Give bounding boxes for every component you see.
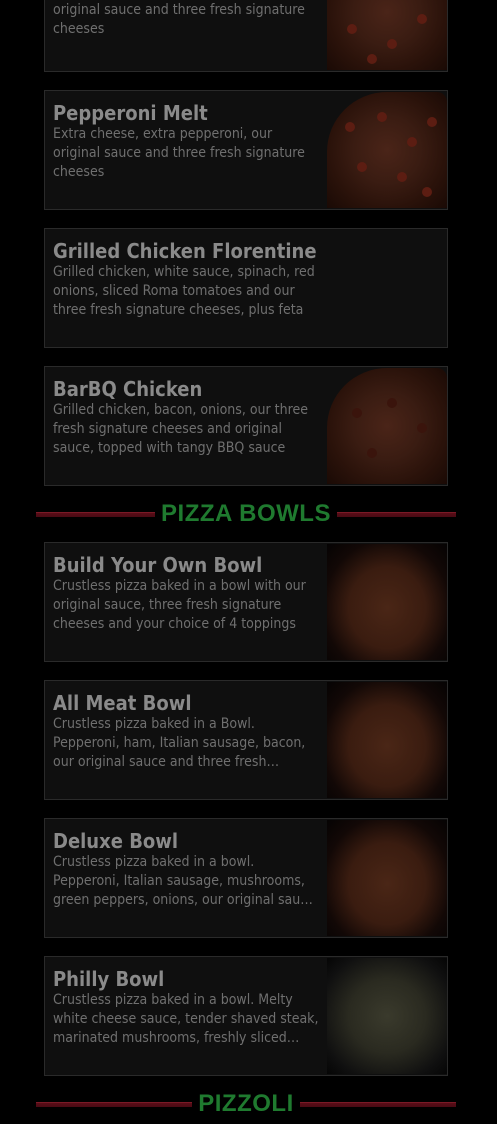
menu-item-description: Crustless pizza baked in a bowl. Melty w… [53, 992, 319, 1046]
menu-item-description: Grilled chicken, bacon, onions, our thre… [53, 402, 308, 456]
menu-item-title: Philly Bowl [53, 967, 165, 991]
menu-item-description: Grilled chicken, white sauce, spinach, r… [53, 264, 315, 318]
menu-item-image [327, 544, 447, 660]
section-divider [336, 511, 456, 517]
menu-item-description: Crustless pizza baked in a bowl with our… [53, 578, 306, 632]
menu-item-title: All Meat Bowl [53, 691, 192, 715]
menu-item-image [327, 820, 447, 936]
menu-item-title: BarBQ Chicken [53, 377, 203, 401]
section-divider [36, 1101, 193, 1107]
menu-item-title: Pepperoni Melt [53, 101, 208, 125]
menu-item-title: Grilled Chicken Florentine [53, 239, 317, 263]
section-header-pizzoli: PIZZOLI [36, 1089, 456, 1119]
menu-item-image [327, 958, 447, 1074]
section-divider [299, 1101, 456, 1107]
menu-item-title: Build Your Own Bowl [53, 553, 263, 577]
menu-item-image [327, 0, 447, 70]
menu-item-image [327, 682, 447, 798]
menu-item-card[interactable]: Pepperoni Melt Extra cheese, extra peppe… [44, 90, 448, 210]
section-title: PIZZOLI [198, 1090, 294, 1117]
menu-item-card[interactable]: Deluxe Bowl Crustless pizza baked in a b… [44, 818, 448, 938]
section-divider [36, 511, 156, 517]
menu-item-description: Pepperoni, ham, green peppers, Italian s… [53, 2, 305, 37]
menu-item-text: Pepperoni Melt Extra cheese, extra peppe… [53, 101, 319, 182]
menu-item-card[interactable]: Pepperoni, ham, green peppers, Italian s… [44, 0, 448, 72]
menu-item-card[interactable]: Grilled Chicken Florentine Grilled chick… [44, 228, 448, 348]
menu-item-card[interactable]: BarBQ Chicken Grilled chicken, bacon, on… [44, 366, 448, 486]
menu-item-image [327, 368, 447, 484]
menu-item-card[interactable]: Philly Bowl Crustless pizza baked in a b… [44, 956, 448, 1076]
menu-item-text: Grilled Chicken Florentine Grilled chick… [53, 239, 319, 320]
menu-item-text: Philly Bowl Crustless pizza baked in a b… [53, 967, 319, 1048]
section-header-pizza-bowls: PIZZA BOWLS [36, 499, 456, 529]
menu-item-card[interactable]: Build Your Own Bowl Crustless pizza bake… [44, 542, 448, 662]
menu-item-description: Crustless pizza baked in a Bowl. Peppero… [53, 716, 306, 770]
menu-item-text: BarBQ Chicken Grilled chicken, bacon, on… [53, 377, 319, 458]
menu-item-image [327, 92, 447, 208]
section-title: PIZZA BOWLS [161, 500, 331, 527]
menu-item-text: Deluxe Bowl Crustless pizza baked in a b… [53, 829, 319, 910]
menu-item-text: Build Your Own Bowl Crustless pizza bake… [53, 553, 319, 634]
menu-item-description: Crustless pizza baked in a bowl. Peppero… [53, 854, 315, 908]
menu-item-text: Pepperoni, ham, green peppers, Italian s… [53, 0, 319, 39]
menu-item-description: Extra cheese, extra pepperoni, our origi… [53, 126, 305, 180]
menu-item-card[interactable]: All Meat Bowl Crustless pizza baked in a… [44, 680, 448, 800]
menu-item-title: Deluxe Bowl [53, 829, 179, 853]
menu-item-text: All Meat Bowl Crustless pizza baked in a… [53, 691, 319, 772]
